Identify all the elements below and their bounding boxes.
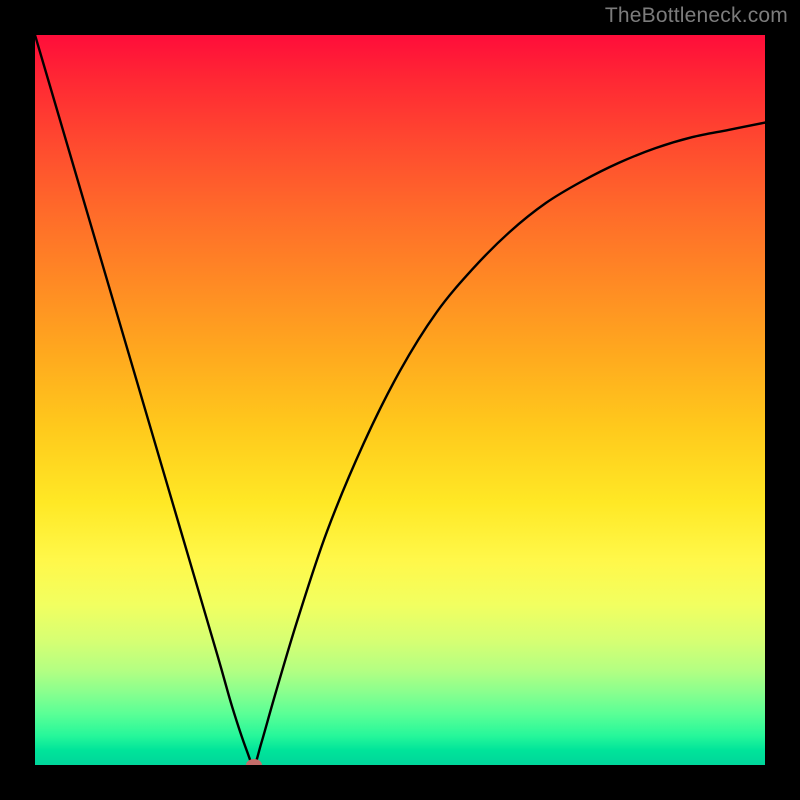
plot-area <box>35 35 765 765</box>
minimum-marker <box>246 759 262 765</box>
chart-frame: TheBottleneck.com <box>0 0 800 800</box>
bottleneck-curve <box>35 35 765 765</box>
watermark-text: TheBottleneck.com <box>605 4 788 28</box>
curve-path <box>35 35 765 765</box>
